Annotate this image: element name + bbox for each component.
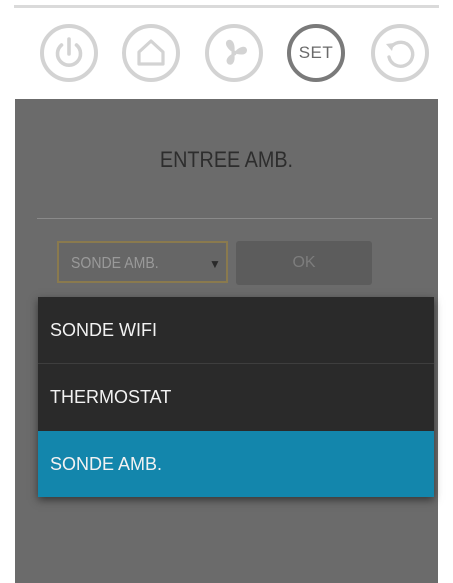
dropdown-arrow-icon: ▼ — [209, 257, 221, 271]
ok-button[interactable]: OK — [236, 241, 372, 285]
power-icon — [55, 37, 83, 68]
toolbar: SET — [0, 20, 453, 88]
power-button[interactable] — [40, 24, 98, 82]
dropdown-menu: SONDE WIFI THERMOSTAT SONDE AMB. — [38, 297, 434, 497]
home-button[interactable] — [122, 24, 180, 82]
option-sonde-amb[interactable]: SONDE AMB. — [38, 431, 434, 497]
fan-button[interactable] — [205, 24, 263, 82]
top-divider — [14, 5, 439, 8]
panel-divider — [37, 218, 432, 219]
panel-title: ENTREE AMB. — [159, 147, 294, 172]
option-sonde-wifi[interactable]: SONDE WIFI — [38, 297, 434, 363]
set-button[interactable]: SET — [287, 24, 345, 82]
fan-icon — [225, 39, 247, 65]
ok-label: OK — [292, 254, 316, 271]
reset-icon — [386, 40, 415, 68]
select-value: SONDE AMB. — [71, 255, 159, 272]
home-icon — [137, 39, 165, 66]
option-thermostat[interactable]: THERMOSTAT — [38, 364, 434, 431]
reset-button[interactable] — [371, 24, 429, 82]
input-select[interactable]: SONDE AMB. ▼ — [57, 241, 228, 283]
set-icon: SET — [298, 43, 334, 62]
